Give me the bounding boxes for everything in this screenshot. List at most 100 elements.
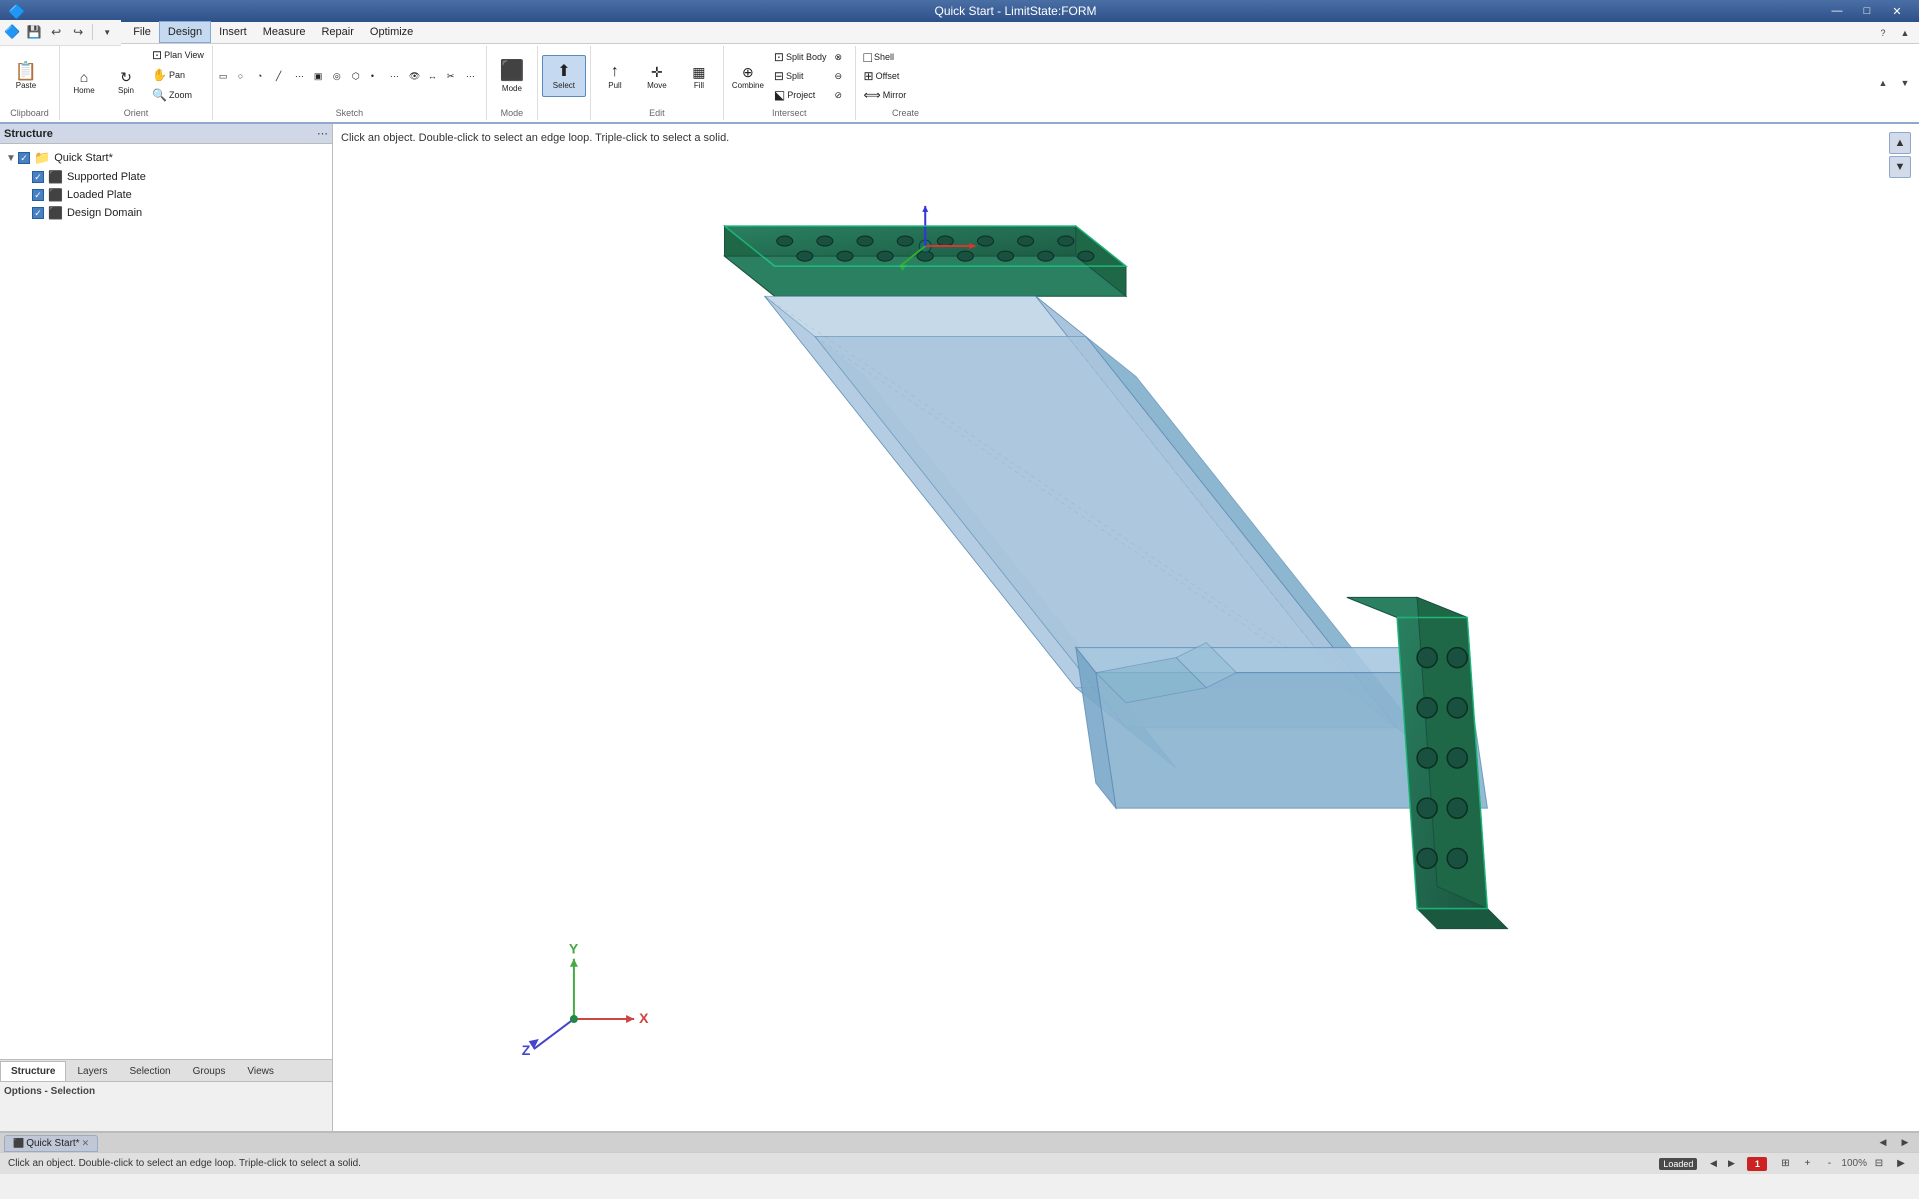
mirror-button[interactable]: Mirror: [860, 86, 911, 104]
tab-next-btn[interactable]: ▶: [1895, 1132, 1915, 1152]
status-bar: Click an object. Double-click to select …: [0, 1152, 1919, 1174]
sidebar: Structure ⋯ ▼ ✓ 📁 Quick Start* ✓ ⬛ Suppo…: [0, 124, 333, 1131]
svg-text:X: X: [639, 1010, 649, 1026]
tab-icon: ⬛: [13, 1138, 24, 1149]
menu-repair[interactable]: Repair: [313, 21, 361, 43]
nav-right-btn[interactable]: ▶: [1723, 1156, 1739, 1172]
split-button[interactable]: Split: [770, 67, 831, 85]
tab-prev-btn[interactable]: ◀: [1873, 1132, 1893, 1152]
menu-optimize[interactable]: Optimize: [362, 21, 421, 43]
sketch-ellipse-btn[interactable]: ◎: [331, 67, 349, 85]
intersect-btn3[interactable]: ⊘: [833, 86, 851, 104]
offset-button[interactable]: Offset: [860, 67, 911, 85]
pull-button[interactable]: Pull: [595, 55, 635, 97]
cube-icon-3: ⬛: [48, 206, 63, 220]
select-button[interactable]: Select: [542, 55, 586, 97]
mode-button[interactable]: ⬛ Mode: [491, 55, 533, 97]
maximize-button[interactable]: □: [1853, 2, 1881, 20]
move-icon: [651, 62, 663, 80]
tab-quick-start[interactable]: ⬛ Quick Start* ✕: [4, 1135, 98, 1152]
sketch-rect-btn[interactable]: ▭: [217, 67, 235, 85]
sketch-eye-btn[interactable]: 👁: [407, 67, 425, 85]
project-button[interactable]: Project: [770, 86, 831, 104]
tree-item-design-domain[interactable]: ✓ ⬛ Design Domain: [4, 204, 328, 222]
tree-expand-icon: ▼: [6, 153, 16, 164]
sidebar-tab-layers[interactable]: Layers: [66, 1061, 118, 1081]
sketch-arc-btn[interactable]: ◔: [255, 67, 273, 85]
close-button[interactable]: ✕: [1883, 2, 1911, 20]
zoom-out-btn[interactable]: -: [1819, 1154, 1839, 1174]
combine-button[interactable]: Combine: [728, 55, 768, 97]
intersect-btn1[interactable]: ⊗: [833, 48, 851, 66]
viewport[interactable]: Click an object. Double-click to select …: [333, 124, 1919, 1131]
ribbon-collapse-btn[interactable]: ▲: [1895, 23, 1915, 43]
view-more-btn[interactable]: ▶: [1891, 1154, 1911, 1174]
view-grid-btn[interactable]: ⊟: [1869, 1154, 1889, 1174]
tree-item-quick-start[interactable]: ▼ ✓ 📁 Quick Start*: [4, 148, 328, 168]
move-button[interactable]: Move: [637, 55, 677, 97]
tree-checkbox-1[interactable]: ✓: [32, 171, 44, 183]
ribbon-group-select: Select: [538, 46, 591, 120]
spin-button[interactable]: Spin: [106, 60, 146, 102]
tree-item-loaded-plate[interactable]: ✓ ⬛ Loaded Plate: [4, 186, 328, 204]
ribbon: 📋 Paste Clipboard Home Spin Plan View: [0, 44, 1919, 124]
menu-design[interactable]: Design: [159, 21, 211, 43]
fill-button[interactable]: Fill: [679, 55, 719, 97]
sidebar-tab-groups[interactable]: Groups: [182, 1061, 237, 1081]
menu-file[interactable]: File: [125, 21, 159, 43]
vp-down-btn[interactable]: ▼: [1889, 156, 1911, 178]
home-button[interactable]: Home: [64, 60, 104, 102]
save-quick-btn[interactable]: 💾: [24, 22, 44, 42]
planview-icon: [152, 48, 162, 62]
undo-quick-btn[interactable]: ↩: [46, 22, 66, 42]
3d-scene[interactable]: Z Y X: [333, 124, 1919, 1131]
paste-button[interactable]: 📋 Paste: [4, 55, 48, 97]
ribbon-down-btn[interactable]: ▼: [1895, 73, 1915, 93]
sketch-circle-btn[interactable]: ○: [236, 67, 254, 85]
spin-icon: [120, 67, 132, 85]
sketch-dim-btn[interactable]: ↔: [426, 67, 444, 85]
split-body-button[interactable]: Split Body: [770, 48, 831, 66]
tree-checkbox-2[interactable]: ✓: [32, 189, 44, 201]
options-title: Options - Selection: [4, 1086, 328, 1097]
structure-panel: Structure ⋯ ▼ ✓ 📁 Quick Start* ✓ ⬛ Suppo…: [0, 124, 332, 1059]
tab-close-icon[interactable]: ✕: [82, 1138, 90, 1149]
pan-button[interactable]: Pan: [148, 66, 208, 84]
sketch-polygon-btn[interactable]: ⬡: [350, 67, 368, 85]
nav-left-btn[interactable]: ◀: [1705, 1156, 1721, 1172]
sketch-line-btn[interactable]: ╱: [274, 67, 292, 85]
svg-text:Z: Z: [522, 1042, 531, 1058]
tree-checkbox-3[interactable]: ✓: [32, 207, 44, 219]
zoom-button[interactable]: Zoom: [148, 86, 208, 104]
sketch-trim-btn[interactable]: ✂: [445, 67, 463, 85]
intersect-btn2[interactable]: ⊖: [833, 67, 851, 85]
help-btn[interactable]: ?: [1873, 23, 1893, 43]
sketch-rect2-btn[interactable]: ▣: [312, 67, 330, 85]
zoom-fit-btn[interactable]: ⊞: [1775, 1154, 1795, 1174]
structure-options-btn[interactable]: ⋯: [317, 127, 328, 140]
menu-measure[interactable]: Measure: [255, 21, 314, 43]
shell-button[interactable]: Shell: [860, 48, 911, 66]
tree-item-supported-plate[interactable]: ✓ ⬛ Supported Plate: [4, 168, 328, 186]
tree-checkbox-root[interactable]: ✓: [18, 152, 30, 164]
sidebar-tab-structure[interactable]: Structure: [0, 1061, 66, 1081]
sidebar-tab-selection[interactable]: Selection: [118, 1061, 181, 1081]
sketch-more-btn3[interactable]: ⋯: [464, 67, 482, 85]
redo-quick-btn[interactable]: ↪: [68, 22, 88, 42]
sidebar-tab-views[interactable]: Views: [236, 1061, 285, 1081]
qa-dropdown[interactable]: ▼: [97, 22, 117, 42]
sketch-more-btn2[interactable]: ⋯: [388, 67, 406, 85]
project-icon: [774, 88, 785, 102]
plan-view-button[interactable]: Plan View: [148, 46, 208, 64]
menu-insert[interactable]: Insert: [211, 21, 255, 43]
vp-up-btn[interactable]: ▲: [1889, 132, 1911, 154]
svg-text:Y: Y: [569, 941, 579, 957]
sketch-more-btn1[interactable]: ⋯: [293, 67, 311, 85]
status-message: Click an object. Double-click to select …: [8, 1158, 361, 1169]
sketch-point-btn[interactable]: •: [369, 67, 387, 85]
minimize-button[interactable]: —: [1823, 2, 1851, 20]
ribbon-up-btn[interactable]: ▲: [1873, 73, 1893, 93]
zoom-in-btn[interactable]: +: [1797, 1154, 1817, 1174]
folder-icon: 📁: [34, 150, 50, 166]
ribbon-group-edit: Pull Move Fill Edit: [591, 46, 724, 120]
